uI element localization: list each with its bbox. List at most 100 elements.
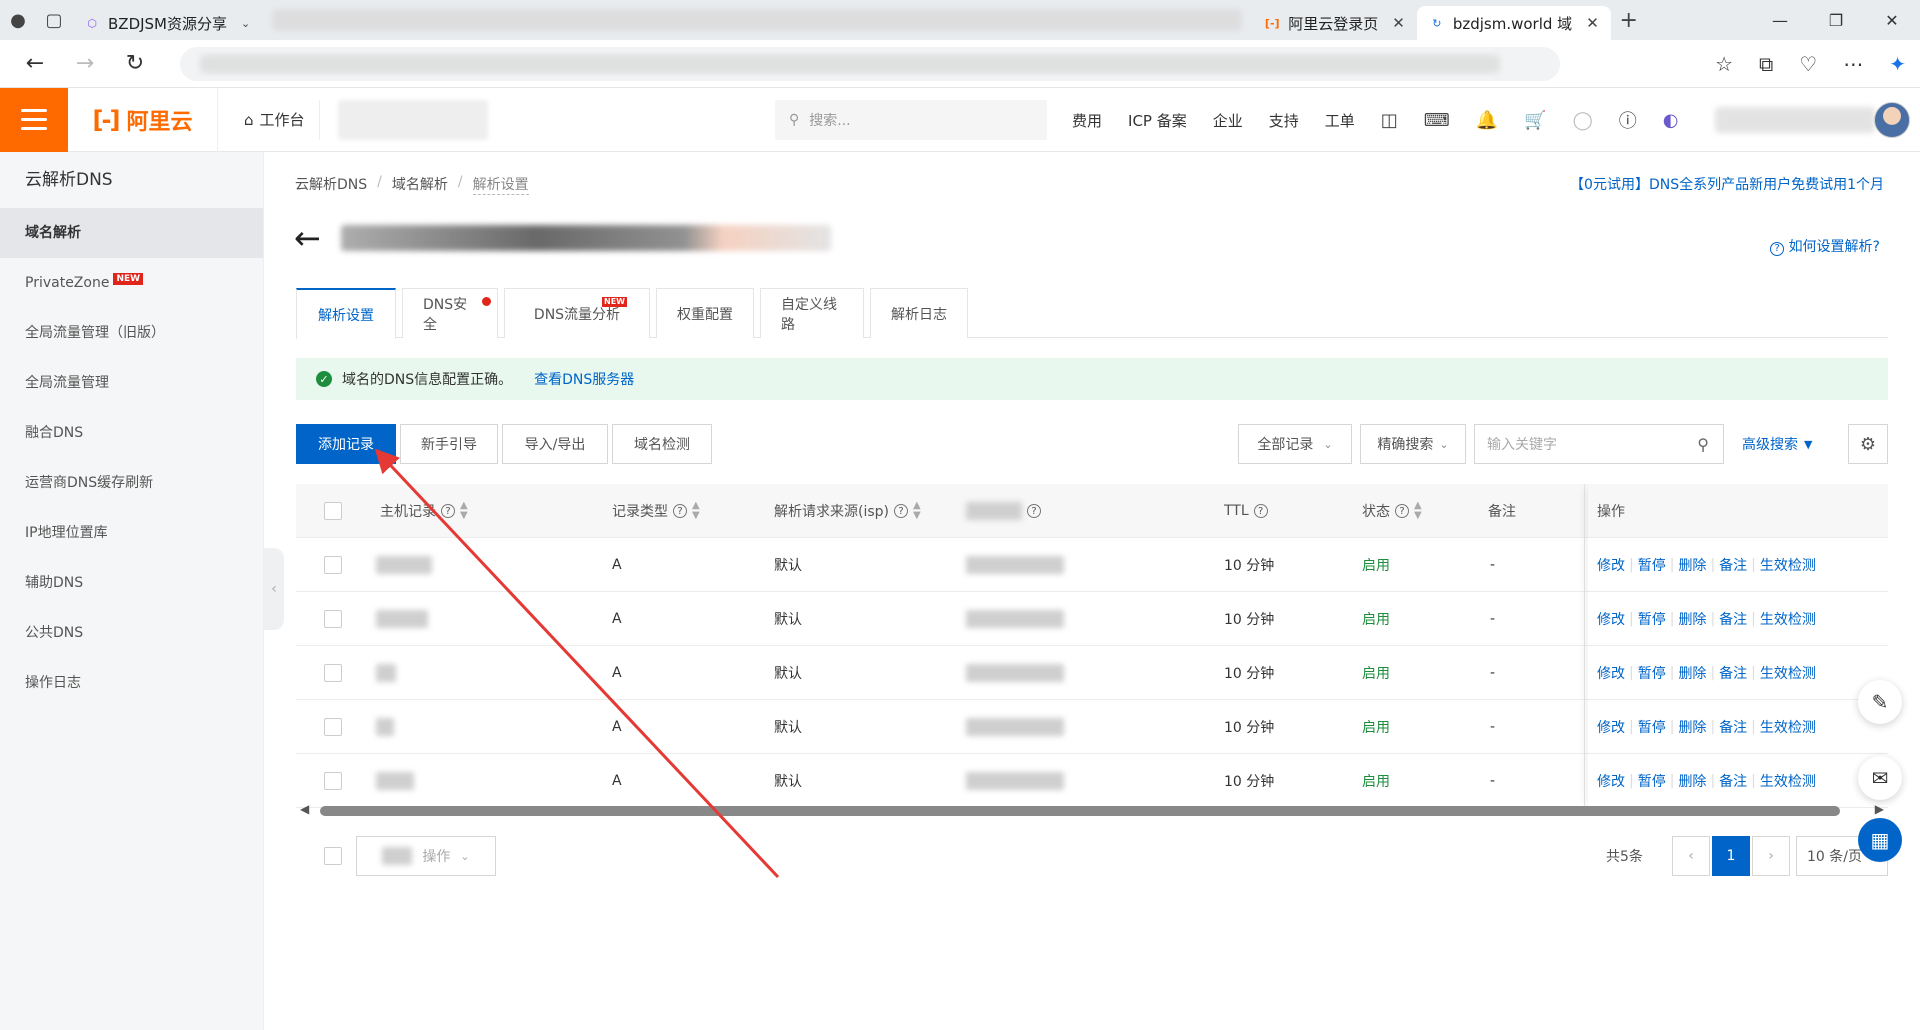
app-icon[interactable]: ◫ [1381, 110, 1398, 131]
delete-action-link[interactable]: 删除 [1678, 609, 1706, 629]
row-checkbox[interactable] [324, 592, 342, 646]
pause-action-link[interactable]: 暂停 [1638, 609, 1666, 629]
verify-action-link[interactable]: 生效检测 [1760, 555, 1816, 575]
sidebar-item-cache-refresh[interactable]: 运营商DNS缓存刷新 [0, 458, 263, 508]
sort-icon[interactable]: ▲ ▼ [913, 501, 921, 521]
delete-action-link[interactable]: 删除 [1678, 717, 1706, 737]
new-tab-icon[interactable]: + [1611, 0, 1647, 40]
pause-action-link[interactable]: 暂停 [1638, 771, 1666, 791]
tab-resolution-log[interactable]: 解析日志 [870, 288, 968, 338]
tab-custom-line[interactable]: 自定义线路 [760, 288, 864, 338]
sort-icon[interactable]: ▲ ▼ [692, 501, 700, 521]
sidebar-item-public-dns[interactable]: 公共DNS [0, 608, 263, 658]
view-dns-servers-link[interactable]: 查看DNS服务器 [534, 369, 634, 389]
verify-action-link[interactable]: 生效检测 [1760, 663, 1816, 683]
feedback-fab[interactable]: ✉ [1858, 756, 1902, 800]
pause-action-link[interactable]: 暂停 [1638, 663, 1666, 683]
avatar[interactable] [1874, 102, 1910, 138]
edit-action-link[interactable]: 修改 [1597, 717, 1625, 737]
batch-operation-select[interactable]: 操作 ⌄ [356, 836, 496, 876]
nav-enterprise[interactable]: 企业 [1213, 110, 1243, 131]
verify-action-link[interactable]: 生效检测 [1760, 717, 1816, 737]
pause-action-link[interactable]: 暂停 [1638, 555, 1666, 575]
sidebar-item-secondary-dns[interactable]: 辅助DNS [0, 558, 263, 608]
scroll-thumb[interactable] [320, 806, 1840, 816]
sidebar-item-gtm-legacy[interactable]: 全局流量管理（旧版） [0, 308, 263, 358]
forward-icon[interactable]: → [60, 40, 110, 88]
remark-action-link[interactable]: 备注 [1719, 555, 1747, 575]
nav-ticket[interactable]: 工单 [1325, 110, 1355, 131]
chevron-down-icon[interactable]: ⌄ [241, 17, 250, 30]
profile-icon[interactable]: ● [0, 0, 36, 40]
guide-button[interactable]: 新手引导 [400, 424, 498, 464]
checkbox[interactable] [324, 556, 342, 574]
cart-icon[interactable]: 🛒 [1524, 110, 1546, 131]
menu-icon[interactable] [0, 87, 68, 152]
url-field[interactable] [180, 46, 1560, 81]
scroll-left-icon[interactable]: ◀ [300, 802, 309, 816]
terminal-icon[interactable]: ⌨ [1424, 110, 1450, 131]
back-icon[interactable]: ← [10, 40, 60, 88]
checkbox[interactable] [324, 502, 342, 520]
nav-icp[interactable]: ICP 备案 [1128, 110, 1187, 131]
horizontal-scrollbar[interactable]: ◀ ▶ [296, 802, 1888, 818]
aliyun-logo[interactable]: [-] 阿里云 [68, 87, 218, 152]
refresh-icon[interactable]: ↻ [110, 40, 160, 88]
remark-action-link[interactable]: 备注 [1719, 663, 1747, 683]
verify-action-link[interactable]: 生效检测 [1760, 771, 1816, 791]
header-status[interactable]: 状态? ▲ ▼ [1362, 484, 1422, 538]
row-checkbox[interactable] [324, 646, 342, 700]
edit-action-link[interactable]: 修改 [1597, 609, 1625, 629]
breadcrumb-dns[interactable]: 云解析DNS [295, 174, 367, 195]
help-icon[interactable]: ⓘ [1619, 107, 1637, 133]
tab-dns-traffic[interactable]: DNS流量分析 NEW [504, 288, 650, 338]
remark-action-link[interactable]: 备注 [1719, 771, 1747, 791]
workbench-link[interactable]: ⌂ 工作台 [230, 99, 320, 140]
pause-action-link[interactable]: 暂停 [1638, 717, 1666, 737]
sidebar-item-gtm[interactable]: 全局流量管理 [0, 358, 263, 408]
row-checkbox[interactable] [324, 754, 342, 808]
search-icon[interactable]: ⚲ [1697, 435, 1709, 454]
sidebar-item-privatezone[interactable]: PrivateZone NEW [0, 258, 263, 308]
delete-action-link[interactable]: 删除 [1678, 663, 1706, 683]
sidebar-item-fusion-dns[interactable]: 融合DNS [0, 408, 263, 458]
import-export-button[interactable]: 导入/导出 [502, 424, 608, 464]
locale-icon[interactable]: ◐ [1663, 110, 1679, 131]
tab-actions-icon[interactable]: ▢ [36, 0, 72, 40]
precise-search-select[interactable]: 精确搜索 ⌄ [1360, 424, 1466, 464]
select-all-checkbox[interactable] [324, 484, 342, 538]
help-link[interactable]: ? 如何设置解析? [1770, 236, 1880, 256]
verify-action-link[interactable]: 生效检测 [1760, 609, 1816, 629]
tab-dns-security[interactable]: DNS安全 [402, 288, 498, 338]
close-icon[interactable]: ✕ [1586, 14, 1599, 32]
header-type[interactable]: 记录类型? ▲ ▼ [612, 484, 700, 538]
close-window-icon[interactable]: ✕ [1864, 0, 1920, 40]
bell-icon[interactable]: 🔔 [1476, 110, 1498, 131]
record-filter-select[interactable]: 全部记录 ⌄ [1238, 424, 1352, 464]
next-page-button[interactable]: › [1752, 836, 1790, 876]
remark-action-link[interactable]: 备注 [1719, 609, 1747, 629]
advanced-search-link[interactable]: 高级搜索 ▼ [1742, 424, 1812, 464]
header-isp[interactable]: 解析请求来源(isp)? ▲ ▼ [774, 484, 921, 538]
health-icon[interactable]: ♡ [1799, 52, 1817, 76]
browser-tab[interactable]: ⬡ BZDJSM资源分享 ⌄ [72, 6, 262, 40]
sort-icon[interactable]: ▲ ▼ [1414, 501, 1422, 521]
minimize-icon[interactable]: — [1752, 0, 1808, 40]
row-checkbox[interactable] [324, 538, 342, 592]
checkbox[interactable] [324, 772, 342, 790]
browser-tab[interactable]: [-] 阿里云登录页 ✕ [1252, 6, 1417, 40]
collections-icon[interactable]: ⧉ [1759, 52, 1773, 76]
edit-action-link[interactable]: 修改 [1597, 555, 1625, 575]
checkbox[interactable] [324, 610, 342, 628]
breadcrumb-domain[interactable]: 域名解析 [392, 174, 448, 195]
keyword-input[interactable]: 输入关键字 ⚲ [1474, 424, 1724, 464]
header-host[interactable]: 主机记录? ▲ ▼ [380, 484, 468, 538]
prev-page-button[interactable]: ‹ [1672, 836, 1710, 876]
remark-action-link[interactable]: 备注 [1719, 717, 1747, 737]
favorites-icon[interactable]: ☆ [1715, 52, 1733, 76]
promo-link[interactable]: 【0元试用】DNS全系列产品新用户免费试用1个月 [1570, 174, 1884, 194]
settings-button[interactable]: ⚙ [1848, 424, 1888, 464]
sidebar-item-ip-geo[interactable]: IP地理位置库 [0, 508, 263, 558]
nav-fees[interactable]: 费用 [1072, 110, 1102, 131]
domain-check-button[interactable]: 域名检测 [612, 424, 712, 464]
